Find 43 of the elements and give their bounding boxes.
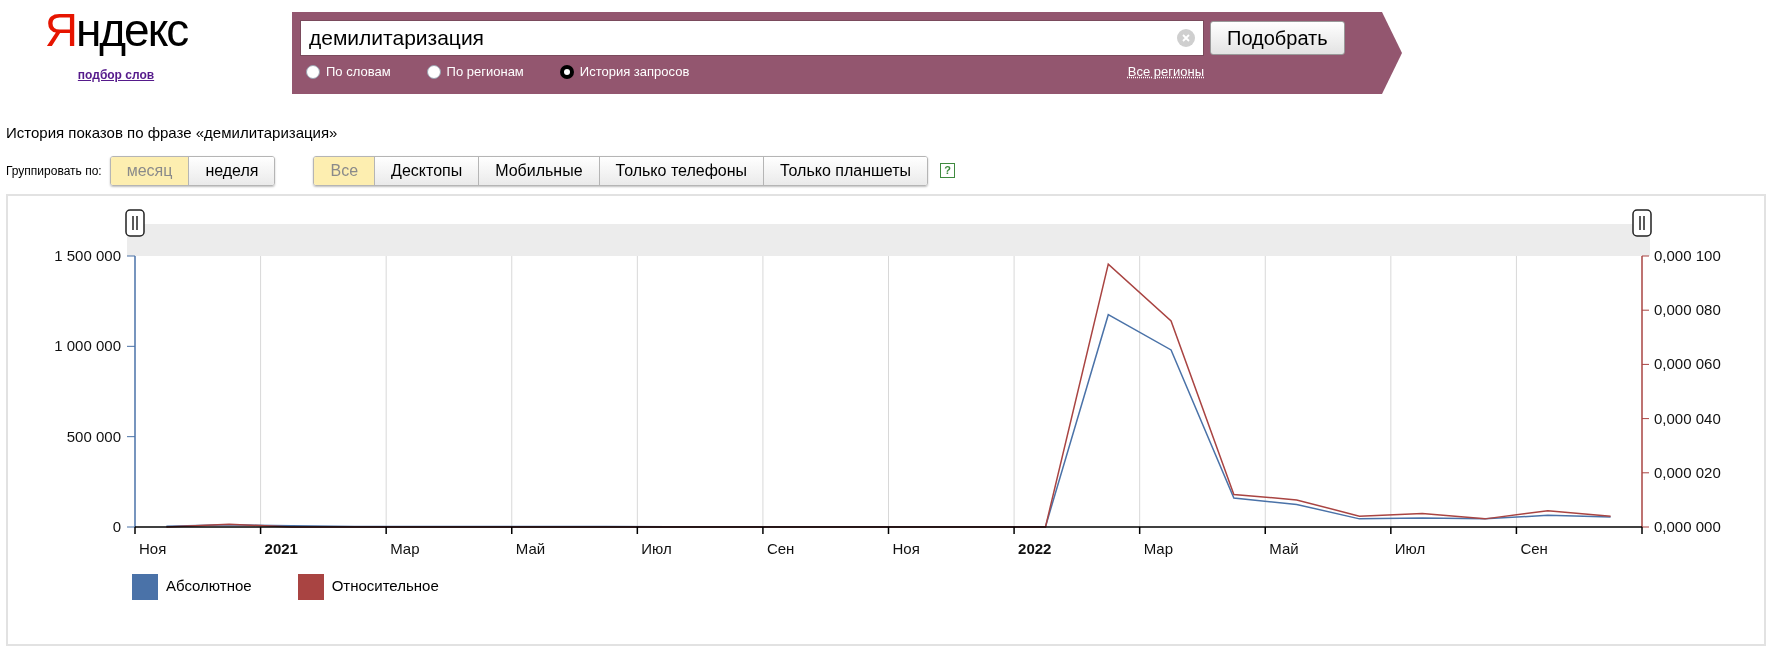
x-axis-label: Июл — [641, 539, 672, 557]
y-axis-label: 0,000 080 — [1654, 300, 1721, 318]
range-handle[interactable] — [125, 208, 145, 237]
x-axis-label: Ноя — [892, 539, 920, 557]
x-axis-label: Сен — [1520, 539, 1548, 557]
y-axis-label: 0 — [112, 517, 121, 535]
toggle-button[interactable]: Мобильные — [478, 156, 599, 185]
link[interactable]: Все регионы — [1127, 62, 1204, 82]
y-axis-label: 1 500 000 — [54, 246, 121, 264]
legend-label: Относительное — [331, 576, 439, 597]
x-axis-label: Ноя — [139, 539, 167, 557]
x-axis-label: 2022 — [1018, 539, 1052, 557]
x-axis-label: Сен — [766, 539, 795, 557]
toggle-button[interactable]: Только телефоны — [598, 156, 764, 185]
x-axis-label: Май — [1269, 539, 1299, 557]
y-axis-label: 0,000 100 — [1654, 246, 1721, 264]
heading: История показов по фразе «демилитаризация» — [5, 123, 339, 143]
toggle-button[interactable]: Только планшеты — [763, 156, 928, 185]
legend-label: Абсолютное — [166, 576, 252, 597]
x-axis-label: Мар — [1143, 539, 1174, 557]
radio-option[interactable]: История запросов — [559, 62, 690, 82]
y-axis-label: 1 000 000 — [54, 336, 121, 354]
help-icon[interactable]: ? — [940, 163, 956, 178]
y-axis-label: 0,000 000 — [1654, 517, 1721, 535]
y-axis-label: 0,000 060 — [1654, 354, 1721, 372]
search-button[interactable]: Подобрать — [1210, 21, 1345, 55]
link[interactable]: подбор слов — [77, 66, 155, 84]
x-axis-label: Июл — [1394, 539, 1426, 557]
radio-option[interactable]: По регионам — [426, 62, 524, 82]
y-axis-label: 500 000 — [66, 427, 121, 445]
group-by-label: Группировать по: — [6, 162, 102, 180]
toggle-button[interactable]: неделя — [188, 156, 275, 185]
logo[interactable]: Яндекс — [44, 4, 188, 56]
search-field[interactable]: демилитаризация — [300, 20, 1204, 56]
toggle-button[interactable]: Десктопы — [374, 156, 479, 185]
x-axis-label: Май — [515, 539, 546, 557]
radio-option[interactable]: По словам — [306, 62, 391, 82]
x-axis-label: 2021 — [264, 539, 298, 557]
y-axis-label: 0,000 020 — [1654, 463, 1721, 481]
range-scroll-track[interactable] — [127, 223, 1650, 256]
range-handle[interactable] — [1632, 208, 1652, 237]
x-axis-label: Мар — [390, 539, 420, 557]
y-axis-label: 0,000 040 — [1654, 409, 1721, 427]
